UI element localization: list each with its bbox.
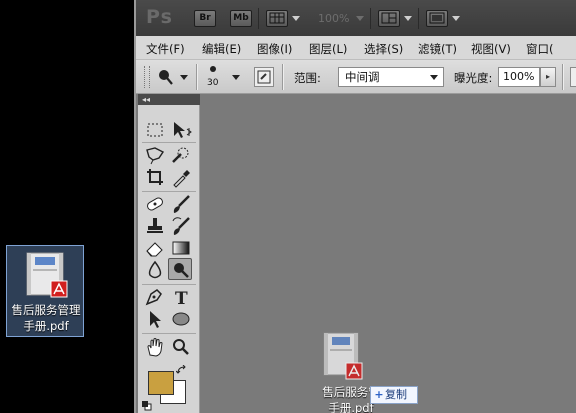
zoom-tool-icon[interactable] (169, 336, 193, 358)
exposure-input[interactable]: 100% (498, 67, 540, 87)
history-brush-tool-icon[interactable] (169, 215, 193, 237)
chevron-down-icon[interactable] (404, 16, 412, 21)
screen-mode-button[interactable] (426, 10, 448, 27)
options-bar: 30 范围: 中间调 曝光度: 100% ▸ (136, 60, 576, 94)
brush-size: 30 (207, 78, 219, 88)
separator (142, 284, 196, 285)
type-tool-icon[interactable]: T (169, 286, 193, 308)
brush-panel-toggle[interactable] (254, 67, 274, 87)
separator (142, 191, 196, 192)
separator (258, 8, 259, 29)
chevron-down-icon[interactable] (452, 16, 460, 21)
menu-layer[interactable]: 图层(L) (309, 41, 347, 57)
separator (418, 8, 419, 29)
arrange-documents-button[interactable] (378, 10, 400, 27)
separator (562, 64, 563, 90)
gradient-tool-icon[interactable] (169, 237, 193, 259)
spot-healing-brush-tool-icon[interactable] (143, 193, 167, 215)
eraser-tool-icon[interactable] (143, 237, 167, 259)
workspace-canvas[interactable]: 售后服务管 手册.pdf +复制 (136, 94, 576, 413)
bridge-button[interactable]: Br (194, 10, 216, 27)
chevron-down-icon[interactable] (232, 75, 240, 80)
chevron-down-icon[interactable] (180, 75, 188, 80)
rectangular-marquee-tool-icon[interactable] (143, 119, 167, 141)
burn-tool-preset-icon[interactable] (156, 68, 176, 86)
svg-text:T: T (175, 289, 188, 308)
separator (282, 64, 283, 90)
separator (196, 64, 197, 90)
chevron-down-icon (430, 75, 438, 80)
brush-tool-icon[interactable] (169, 193, 193, 215)
menu-edit[interactable]: 编辑(E) (202, 41, 241, 57)
exposure-slider-button[interactable]: ▸ (540, 67, 556, 87)
photoshop-window: Ps Br Mb 100% 文件(F) 编辑(E) 图像(I) 图层(L) 选择… (134, 0, 576, 413)
tools-panel: ◂◂ T (138, 94, 200, 413)
screen: 售后服务管理 手册.pdf Ps Br Mb 100% 文件(F) 编辑(E) … (0, 0, 576, 413)
grid-icon (269, 12, 285, 24)
menu-bar: 文件(F) 编辑(E) 图像(I) 图层(L) 选择(S) 滤镜(T) 视图(V… (136, 36, 576, 60)
eyedropper-tool-icon[interactable] (169, 166, 193, 188)
arrange-icon (381, 12, 397, 24)
menu-view[interactable]: 视图(V) (471, 41, 511, 57)
separator (142, 333, 196, 334)
application-bar: Ps Br Mb 100% (136, 0, 576, 36)
pdf-file-icon (21, 251, 71, 299)
default-colors-icon[interactable] (142, 396, 152, 411)
range-dropdown[interactable]: 中间调 (338, 67, 444, 87)
range-label: 范围: (294, 71, 321, 85)
mini-bridge-button[interactable]: Mb (230, 10, 252, 27)
quick-selection-tool-icon[interactable] (169, 144, 193, 166)
brush-panel-icon (257, 70, 271, 84)
options-grip[interactable] (144, 66, 150, 88)
file-name-line-1: 售后服务管理 (11, 303, 81, 317)
blur-tool-icon[interactable] (143, 259, 167, 281)
menu-window[interactable]: 窗口( (526, 41, 554, 57)
copy-tooltip-text: 复制 (385, 388, 407, 401)
ellipse-tool-icon[interactable] (169, 308, 193, 330)
desktop-pdf-file[interactable]: 售后服务管理 手册.pdf (6, 245, 84, 337)
chevron-down-icon[interactable] (292, 16, 300, 21)
hand-tool-icon[interactable] (143, 336, 167, 358)
photoshop-logo: Ps (146, 6, 173, 28)
dragged-pdf-file-icon (314, 331, 366, 381)
separator (142, 142, 196, 143)
exposure-label: 曝光度: (454, 71, 493, 85)
path-selection-tool-icon[interactable] (143, 308, 167, 330)
crop-tool-icon[interactable] (143, 166, 167, 188)
airbrush-toggle[interactable] (570, 67, 576, 87)
view-extras-button[interactable] (266, 10, 288, 27)
range-value: 中间调 (345, 70, 380, 84)
menu-image[interactable]: 图像(I) (257, 41, 292, 57)
swap-colors-icon[interactable] (175, 360, 188, 374)
lasso-tool-icon[interactable] (143, 144, 167, 166)
menu-filter[interactable]: 滤镜(T) (418, 41, 457, 57)
copy-drop-tooltip: +复制 (370, 386, 418, 404)
separator (370, 8, 371, 29)
menu-select[interactable]: 选择(S) (364, 41, 403, 57)
pen-tool-icon[interactable] (143, 286, 167, 308)
desktop-file-name: 售后服务管理 手册.pdf (7, 302, 85, 334)
screen-mode-icon (429, 12, 445, 24)
brush-tip-icon[interactable] (210, 66, 216, 72)
burn-tool-icon[interactable] (168, 258, 192, 280)
menu-file[interactable]: 文件(F) (146, 41, 185, 57)
tools-panel-collapse[interactable]: ◂◂ (138, 94, 200, 105)
zoom-level[interactable]: 100% (318, 12, 349, 25)
clone-stamp-tool-icon[interactable] (143, 215, 167, 237)
plus-icon: + (374, 388, 384, 401)
file-name-line-2: 手册.pdf (23, 319, 69, 333)
move-tool-icon[interactable] (169, 119, 193, 141)
chevron-down-icon[interactable] (356, 16, 364, 21)
foreground-color-swatch[interactable] (148, 371, 174, 395)
